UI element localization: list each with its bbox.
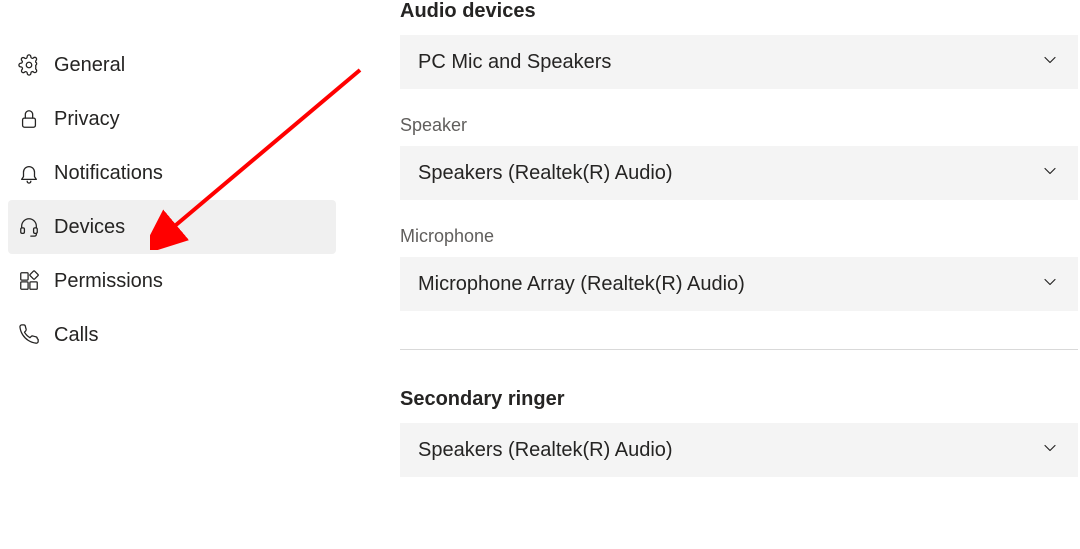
sidebar-item-devices[interactable]: Devices (8, 200, 336, 254)
dropdown-value: PC Mic and Speakers (418, 51, 611, 74)
chevron-down-icon (1040, 161, 1060, 186)
chevron-down-icon (1040, 50, 1060, 75)
sidebar-item-label: Calls (54, 324, 98, 347)
phone-icon (18, 324, 40, 346)
sidebar-item-label: Notifications (54, 162, 163, 185)
sidebar-item-label: Devices (54, 216, 125, 239)
section-divider (400, 349, 1078, 350)
speaker-dropdown[interactable]: Speakers (Realtek(R) Audio) (400, 146, 1078, 200)
speaker-label: Speaker (400, 115, 1078, 136)
sidebar-item-privacy[interactable]: Privacy (8, 92, 336, 146)
sidebar-item-calls[interactable]: Calls (8, 308, 336, 362)
sidebar-item-notifications[interactable]: Notifications (8, 146, 336, 200)
chevron-down-icon (1040, 438, 1060, 463)
sidebar-item-general[interactable]: General (8, 38, 336, 92)
audio-devices-dropdown[interactable]: PC Mic and Speakers (400, 35, 1078, 89)
sidebar-item-label: Permissions (54, 270, 163, 293)
sidebar-item-label: Privacy (54, 108, 120, 131)
microphone-label: Microphone (400, 226, 1078, 247)
settings-main: Audio devices PC Mic and Speakers Speake… (344, 0, 1080, 549)
dropdown-value: Speakers (Realtek(R) Audio) (418, 439, 673, 462)
secondary-ringer-title: Secondary ringer (400, 388, 1078, 411)
dropdown-value: Speakers (Realtek(R) Audio) (418, 162, 673, 185)
sidebar-item-label: General (54, 54, 125, 77)
gear-icon (18, 54, 40, 76)
headset-icon (18, 216, 40, 238)
bell-icon (18, 162, 40, 184)
lock-icon (18, 108, 40, 130)
sidebar-item-permissions[interactable]: Permissions (8, 254, 336, 308)
chevron-down-icon (1040, 272, 1060, 297)
settings-sidebar: General Privacy Notifications (0, 0, 344, 549)
dropdown-value: Microphone Array (Realtek(R) Audio) (418, 273, 745, 296)
secondary-ringer-dropdown[interactable]: Speakers (Realtek(R) Audio) (400, 423, 1078, 477)
apps-icon (18, 270, 40, 292)
audio-devices-title: Audio devices (400, 0, 1078, 23)
microphone-dropdown[interactable]: Microphone Array (Realtek(R) Audio) (400, 257, 1078, 311)
